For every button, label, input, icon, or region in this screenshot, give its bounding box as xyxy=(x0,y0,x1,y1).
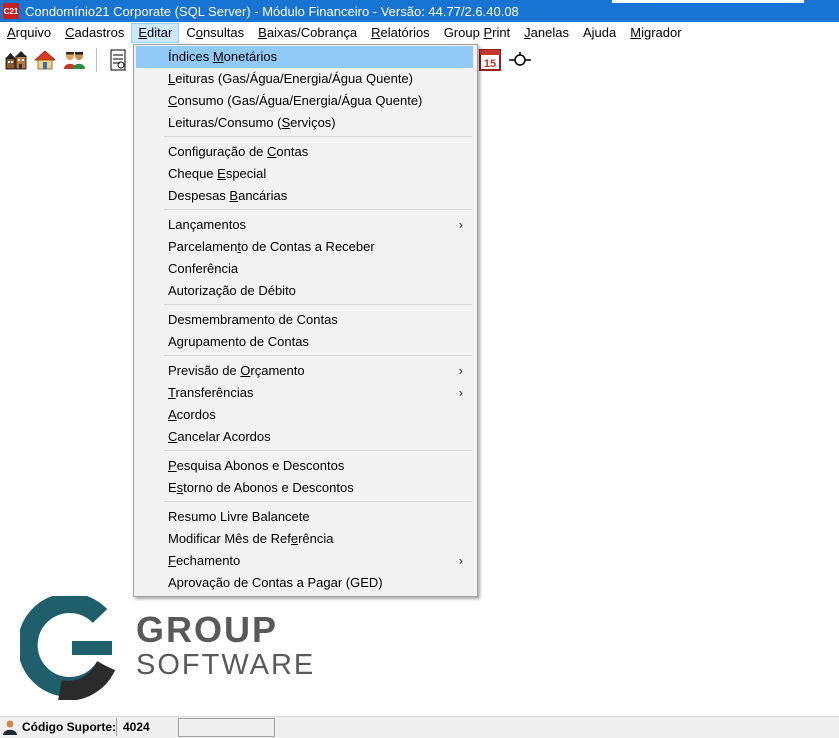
menu-separator xyxy=(164,136,472,137)
calendar-day: 15 xyxy=(484,58,496,70)
window-title: Condomínio21 Corporate (SQL Server) - Mó… xyxy=(25,3,519,19)
menu-baixas-cobran-a[interactable]: Baixas/Cobrança xyxy=(251,23,364,43)
user-icon xyxy=(3,720,17,735)
edit-menu-item[interactable]: Previsão de Orçamento › xyxy=(136,360,473,382)
support-code-label: Código Suporte: xyxy=(22,720,116,734)
menu-editar[interactable]: Editar xyxy=(131,23,180,43)
edit-menu-item[interactable]: Autorização de Débito xyxy=(136,280,473,302)
edit-menu-item[interactable]: Consumo (Gas/Água/Energia/Água Quente) xyxy=(136,90,473,112)
reconnect-icon[interactable] xyxy=(508,48,532,72)
logo-text-group: GROUP xyxy=(136,609,279,650)
edit-menu-item[interactable]: Pesquisa Abonos e Descontos xyxy=(136,455,473,477)
title-bar: C21 Condomínio21 Corporate (SQL Server) … xyxy=(0,0,839,22)
edit-menu-item[interactable]: Resumo Livre Balancete xyxy=(136,506,473,528)
menu-relat-rios[interactable]: Relatórios xyxy=(364,23,437,43)
edit-menu-item[interactable]: Modificar Mês de Referência xyxy=(136,528,473,550)
edit-menu-item[interactable]: Configuração de Contas xyxy=(136,141,473,163)
edit-menu-dropdown: Índices Monetários Leituras (Gas/Água/Ene… xyxy=(133,44,478,597)
menu-cadastros[interactable]: Cadastros xyxy=(58,23,131,43)
edit-menu-item[interactable]: Aprovação de Contas a Pagar (GED) xyxy=(136,572,473,594)
menu-consultas[interactable]: Consultas xyxy=(179,23,251,43)
chevron-right-icon: › xyxy=(458,385,463,400)
menu-separator xyxy=(164,355,472,356)
toolbar-separator xyxy=(96,48,97,72)
edit-menu-item[interactable]: Agrupamento de Contas xyxy=(136,331,473,353)
chevron-right-icon: › xyxy=(458,363,463,378)
menu-separator xyxy=(164,209,472,210)
edit-menu-item[interactable]: Cancelar Acordos xyxy=(136,426,473,448)
edit-menu-item[interactable]: Índices Monetários xyxy=(136,46,473,68)
menu-migrador[interactable]: Migrador xyxy=(623,23,688,43)
edit-menu-item[interactable]: Transferências › xyxy=(136,382,473,404)
menu-ajuda[interactable]: Ajuda xyxy=(576,23,623,43)
app-icon: C21 xyxy=(3,3,19,19)
title-bar-field[interactable] xyxy=(612,0,804,3)
edit-menu-item[interactable]: Lançamentos › xyxy=(136,214,473,236)
menu-arquivo[interactable]: Arquivo xyxy=(0,23,58,43)
edit-menu-item[interactable]: Acordos xyxy=(136,404,473,426)
document-icon[interactable] xyxy=(106,48,130,72)
support-code-value: 4024 xyxy=(116,718,174,736)
menu-separator xyxy=(164,501,472,502)
menu-janelas[interactable]: Janelas xyxy=(517,23,576,43)
edit-menu-item[interactable]: Desmembramento de Contas xyxy=(136,309,473,331)
calendar-icon[interactable]: 15 xyxy=(478,48,502,72)
buildings-icon[interactable] xyxy=(4,48,28,72)
chevron-right-icon: › xyxy=(458,217,463,232)
status-bar: Código Suporte: 4024 xyxy=(0,716,839,738)
logo-mark-icon xyxy=(20,596,116,700)
edit-menu-item[interactable]: Despesas Bancárias xyxy=(136,185,473,207)
menu-separator xyxy=(164,450,472,451)
edit-menu-item[interactable]: Parcelamento de Contas a Receber xyxy=(136,236,473,258)
status-panel xyxy=(178,718,275,737)
edit-menu-item[interactable]: Cheque Especial xyxy=(136,163,473,185)
menu-separator xyxy=(164,304,472,305)
menu-group-print[interactable]: Group Print xyxy=(437,23,517,43)
logo-text-software: SOFTWARE xyxy=(136,649,316,681)
menu-bar: Arquivo Cadastros Editar Consultas Baixas/Co… xyxy=(0,22,839,44)
edit-menu-item[interactable]: Estorno de Abonos e Descontos xyxy=(136,477,473,499)
edit-menu-item[interactable]: Leituras/Consumo (Serviços) xyxy=(136,112,473,134)
edit-menu-item[interactable]: Fechamento › xyxy=(136,550,473,572)
edit-menu-item[interactable]: Leituras (Gas/Água/Energia/Água Quente) xyxy=(136,68,473,90)
people-icon[interactable] xyxy=(63,48,87,72)
house-icon[interactable] xyxy=(33,48,57,72)
edit-menu-item[interactable]: Conferência xyxy=(136,258,473,280)
chevron-right-icon: › xyxy=(458,553,463,568)
